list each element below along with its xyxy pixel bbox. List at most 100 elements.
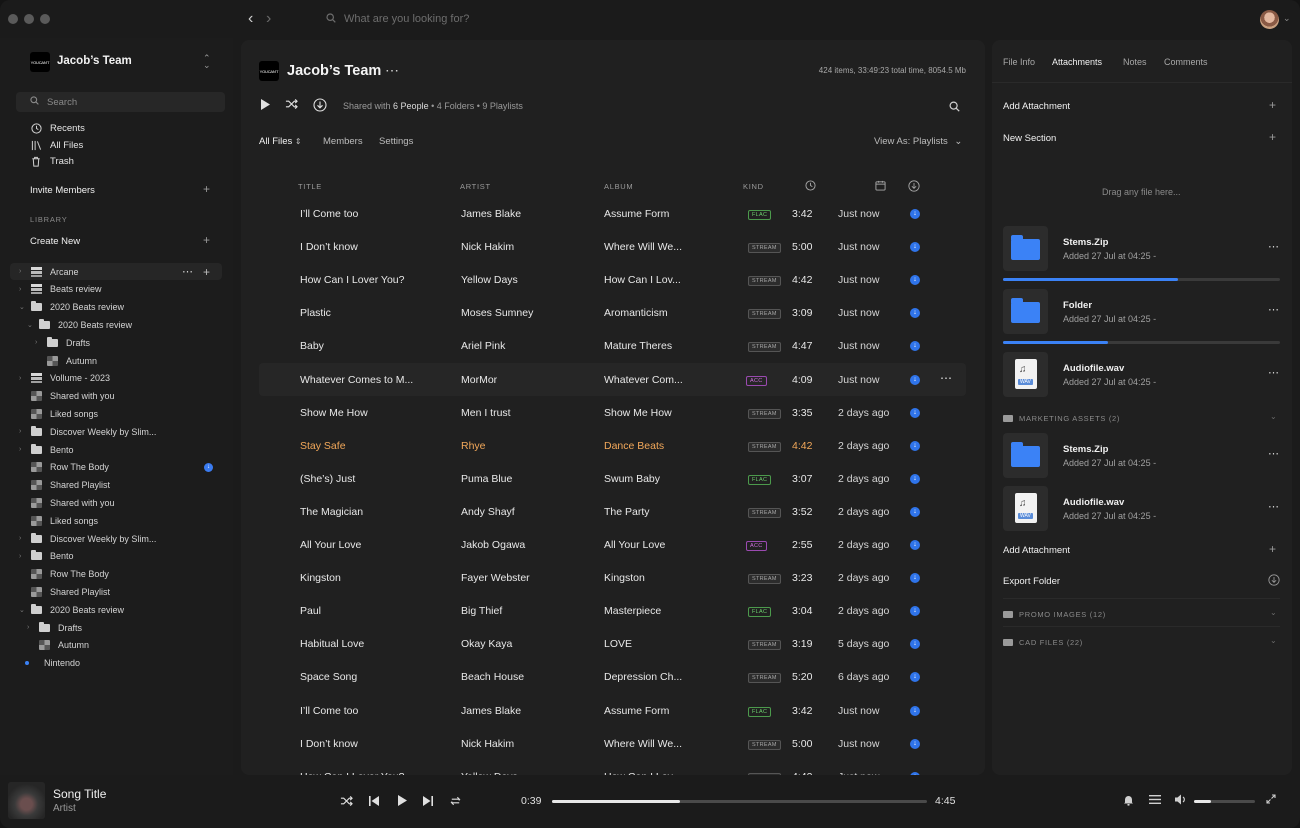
tab-members[interactable]: Members [323, 136, 363, 147]
download-status-icon[interactable]: ↓ [910, 540, 920, 550]
chevron-down-icon[interactable]: ⌄ [1270, 636, 1277, 645]
play-icon[interactable] [259, 98, 271, 114]
team-name[interactable]: Jacob’s Team [57, 55, 132, 67]
download-status-icon[interactable]: ↓ [910, 573, 920, 584]
column-artist[interactable]: ARTIST [460, 182, 491, 191]
table-row[interactable]: Plastic Moses Sumney Aromanticism STREAM 3:0… [259, 296, 966, 329]
download-status-icon[interactable]: ↓ [910, 308, 920, 319]
chevron-right-icon[interactable]: › [19, 375, 27, 382]
chevron-down-icon[interactable]: ⌄ [1270, 412, 1277, 421]
new-section-button[interactable]: New Section [1003, 133, 1056, 144]
shared-people-link[interactable]: 6 People [393, 101, 429, 111]
seek-bar[interactable] [552, 800, 927, 803]
table-row[interactable]: (She’s) Just Puma Blue Swum Baby FLAC 3:07 2 … [259, 462, 966, 495]
tab-attachments[interactable]: Attachments [1052, 57, 1102, 67]
add-plus-icon[interactable]: + [203, 265, 210, 279]
table-row[interactable]: Kingston Fayer Webster Kingston STREAM 3:23 2… [259, 561, 966, 594]
search-icon[interactable] [949, 100, 960, 115]
tree-item[interactable]: › Drafts [19, 619, 224, 636]
tree-item[interactable]: ⌄ 2020 Beats review [19, 601, 224, 618]
tree-item[interactable]: Shared Playlist [19, 477, 224, 494]
more-options-icon[interactable]: ⋯ [940, 371, 952, 385]
tree-item[interactable]: › Bento [19, 441, 224, 458]
download-status-icon[interactable]: ↓ [910, 440, 920, 451]
group-marketing-assets[interactable]: MARKETING ASSETS (2) [1003, 414, 1120, 423]
add-attachment-plus-icon[interactable]: + [1269, 98, 1276, 112]
tree-item[interactable]: › Bento [19, 548, 224, 565]
view-as-dropdown[interactable]: View As: Playlists ⌄ [874, 136, 962, 147]
tree-item[interactable]: Shared with you [19, 388, 224, 405]
create-new-button[interactable]: Create New [30, 236, 80, 247]
tree-item[interactable]: Shared Playlist [19, 583, 224, 600]
tab-comments[interactable]: Comments [1164, 57, 1208, 67]
album-art[interactable] [8, 782, 45, 819]
chevron-right-icon[interactable]: › [19, 446, 27, 453]
table-row[interactable]: Whatever Comes to M... MorMor Whatever Com… [259, 362, 966, 396]
chevron-down-icon[interactable]: ⌄ [1283, 13, 1291, 24]
download-status-icon[interactable]: ↓ [910, 672, 920, 683]
shuffle-icon[interactable] [340, 795, 353, 810]
create-plus-icon[interactable]: + [203, 233, 210, 247]
file-name[interactable]: Stems.Zip [1063, 444, 1108, 455]
file-name[interactable]: Folder [1063, 300, 1092, 311]
download-status-icon[interactable]: ↓ [910, 506, 920, 517]
tree-item[interactable]: ⌄ 2020 Beats review [19, 316, 224, 333]
download-status-icon[interactable]: ↓ [910, 341, 920, 352]
file-name[interactable]: Audiofile.wav [1063, 363, 1124, 374]
download-status-icon[interactable]: ↓ [910, 473, 920, 484]
download-status-icon[interactable]: ↓ [910, 639, 920, 650]
tree-item[interactable]: Liked songs [19, 512, 224, 529]
column-album[interactable]: ALBUM [604, 182, 633, 191]
volume-icon[interactable] [1174, 794, 1187, 808]
minimize-window-button[interactable] [24, 14, 34, 24]
export-download-icon[interactable] [1268, 574, 1280, 589]
bell-icon[interactable] [1123, 794, 1134, 809]
sidebar-search-input[interactable]: Search [16, 92, 225, 112]
file-thumbnail[interactable]: ♫ WAV [1003, 485, 1048, 531]
tree-item[interactable]: Liked songs [19, 405, 224, 422]
sidebar-item-trash[interactable]: Trash [30, 155, 74, 167]
table-row[interactable]: Habitual Love Okay Kaya LOVE STREAM 3:19 5 da… [259, 627, 966, 660]
user-avatar[interactable] [1260, 10, 1279, 29]
download-status-icon[interactable]: ↓ [910, 242, 920, 253]
download-status-icon[interactable]: ↓ [910, 275, 920, 286]
tree-item[interactable]: › Discover Weekly by Slim... [19, 530, 224, 547]
tree-item[interactable]: Row The Body ↓ [19, 459, 224, 476]
next-track-icon[interactable] [422, 795, 434, 810]
duration-column-clock-icon[interactable] [805, 180, 816, 193]
maximize-window-button[interactable] [40, 14, 50, 24]
chevron-right-icon[interactable]: › [19, 286, 27, 293]
forward-arrow-icon[interactable]: › [266, 11, 280, 27]
tree-item[interactable]: ⌄ 2020 Beats review [19, 299, 224, 316]
chevron-right-icon[interactable]: › [19, 268, 27, 275]
tree-item[interactable]: › Arcane ⋯ + [10, 263, 222, 280]
add-attachment-button-2[interactable]: Add Attachment [1003, 545, 1070, 556]
column-title[interactable]: TITLE [298, 182, 322, 191]
tab-settings[interactable]: Settings [379, 136, 413, 147]
table-row[interactable]: The Magician Andy Shayf The Party STREAM 3:5… [259, 495, 966, 528]
more-options-icon[interactable]: ⋯ [182, 265, 193, 278]
invite-members-button[interactable]: Invite Members [30, 185, 95, 196]
add-attachment-plus-icon[interactable]: + [1269, 542, 1276, 556]
file-thumbnail[interactable]: ♫ WAV [1003, 352, 1048, 397]
volume-slider[interactable] [1194, 800, 1255, 803]
tab-file-info[interactable]: File Info [1003, 57, 1035, 67]
new-section-plus-icon[interactable]: + [1269, 130, 1276, 144]
back-arrow-icon[interactable]: ‹ [248, 11, 262, 27]
add-attachment-button[interactable]: Add Attachment [1003, 101, 1070, 112]
table-row[interactable]: Show Me How Men I trust Show Me How STREAM 3… [259, 396, 966, 429]
repeat-icon[interactable] [449, 795, 462, 810]
chevron-down-icon[interactable]: ⌄ [19, 606, 27, 614]
drop-zone[interactable]: Drag any file here... [1102, 187, 1181, 197]
tree-item[interactable]: › Beats review [19, 281, 224, 298]
table-row[interactable]: I’ll Come too James Blake Assume Form FLAC 3… [259, 694, 966, 727]
shuffle-icon[interactable] [285, 98, 298, 113]
download-status-icon[interactable]: ↓ [910, 374, 920, 385]
chevron-right-icon[interactable]: › [19, 428, 27, 435]
group-promo-images[interactable]: PROMO IMAGES (12) [1003, 610, 1106, 619]
download-status-icon[interactable]: ↓ [910, 407, 920, 418]
close-window-button[interactable] [8, 14, 18, 24]
more-options-icon[interactable]: ⋯ [1268, 303, 1279, 316]
download-circle-icon[interactable] [313, 98, 327, 115]
download-status-icon[interactable]: ↓ [910, 209, 920, 219]
